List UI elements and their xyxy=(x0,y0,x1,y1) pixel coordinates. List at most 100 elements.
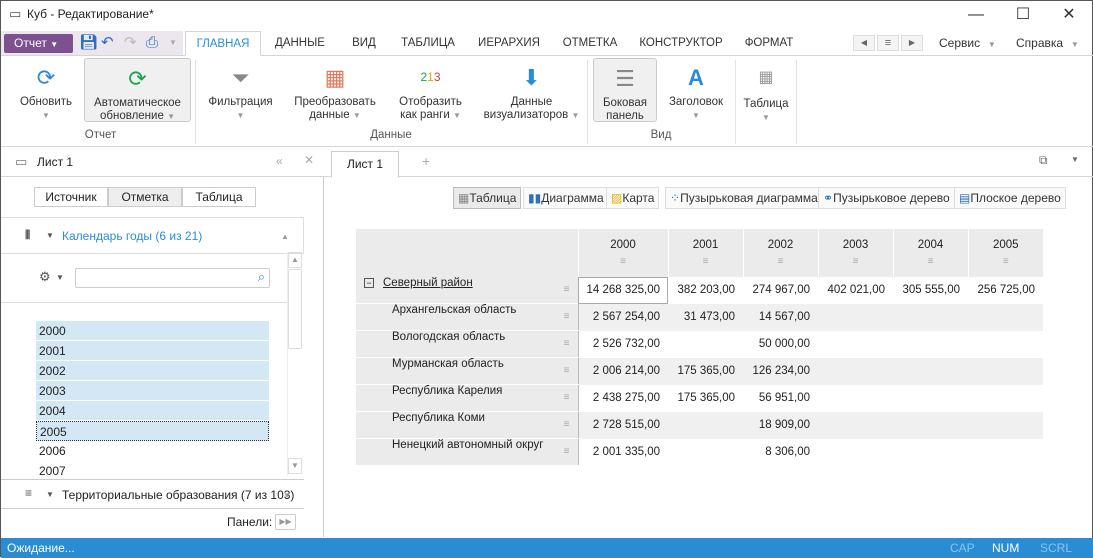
value-cell[interactable]: 2 438 275,00 xyxy=(578,385,668,412)
maximize-button[interactable]: ☐ xyxy=(1003,3,1043,27)
filter-icon[interactable]: ≡ xyxy=(564,439,570,465)
value-cell[interactable] xyxy=(968,303,1044,331)
year-item[interactable]: 2006 xyxy=(36,441,269,461)
value-cell[interactable]: 2 728 515,00 xyxy=(578,411,669,439)
redo-icon[interactable]: ↷ xyxy=(124,34,137,52)
close-panel-icon[interactable]: ✕ xyxy=(304,153,314,167)
minimize-button[interactable]: — xyxy=(956,3,996,27)
side-panel-button[interactable]: ☰ Боковая панель xyxy=(593,58,657,122)
column-header[interactable]: 2001 ≡ xyxy=(667,229,744,277)
value-cell[interactable]: 2 526 732,00 xyxy=(578,331,668,358)
segment-table[interactable]: Таблица xyxy=(182,187,256,207)
value-cell[interactable]: 402 021,00 xyxy=(818,277,893,304)
value-cell[interactable] xyxy=(893,303,969,331)
value-cell[interactable] xyxy=(893,357,969,385)
selection-mode-icon[interactable]: ⚙︎ xyxy=(39,269,51,285)
column-header[interactable]: 2003 ≡ xyxy=(817,229,894,277)
transform-data-button[interactable]: ▦ Преобразовать данные ▼ xyxy=(289,58,381,122)
value-cell[interactable]: 14 268 325,00 xyxy=(578,277,669,304)
value-cell[interactable]: 56 951,00 xyxy=(743,385,818,412)
add-sheet-button[interactable]: + xyxy=(422,153,430,169)
view-table-button[interactable]: ▦Таблица xyxy=(453,187,522,209)
tab-home[interactable]: ГЛАВНАЯ xyxy=(185,31,261,56)
tab-data[interactable]: ДАННЫЕ xyxy=(269,31,331,56)
view-bubble-tree-button[interactable]: ⚭Пузырьковое дерево xyxy=(818,187,955,209)
row-header[interactable]: Мурманская область ≡ xyxy=(356,357,579,385)
undo-icon[interactable]: ↶ xyxy=(101,34,114,52)
tab-hierarchy[interactable]: ИЕРАРХИЯ xyxy=(473,31,545,56)
tabs-prev-button[interactable]: ◀ xyxy=(853,35,875,51)
view-bubble-chart-button[interactable]: ⁘Пузырьковая диаграмма xyxy=(665,187,823,209)
filter-icon[interactable]: ≡ xyxy=(977,257,1036,267)
selection-mode-dropdown-icon[interactable]: ▼ xyxy=(56,273,64,282)
row-label[interactable]: Северный район xyxy=(383,277,473,289)
value-cell[interactable] xyxy=(893,439,968,466)
table-button[interactable]: ▦ Таблица ▼ xyxy=(739,58,793,124)
value-cell[interactable]: 382 203,00 xyxy=(668,277,743,304)
value-cell[interactable] xyxy=(668,439,743,466)
value-cell[interactable]: 175 365,00 xyxy=(668,385,743,412)
view-flat-tree-button[interactable]: ▤Плоское дерево xyxy=(954,187,1066,209)
dropdown-icon[interactable]: ▼ xyxy=(46,231,54,240)
value-cell[interactable]: 18 909,00 xyxy=(743,411,819,439)
value-cell[interactable]: 31 473,00 xyxy=(668,303,744,331)
refresh-button[interactable]: ⟳ Обновить ▼ xyxy=(11,58,81,122)
row-header[interactable]: Ненецкий автономный округ ≡ xyxy=(356,438,579,466)
filter-icon[interactable]: ≡ xyxy=(564,385,570,411)
scroll-down-button[interactable]: ▼ xyxy=(288,458,302,474)
expand-icon[interactable]: ▼ xyxy=(283,491,291,500)
restore-window-icon[interactable]: ⧉ xyxy=(1039,153,1048,168)
value-cell[interactable] xyxy=(968,357,1044,385)
quick-dropdown-icon[interactable]: ▼ xyxy=(169,34,177,52)
search-icon[interactable]: ⌕ xyxy=(258,269,265,285)
column-header[interactable]: 2002 ≡ xyxy=(742,229,819,277)
year-item[interactable]: 2004 xyxy=(36,401,269,421)
value-cell[interactable]: 2 006 214,00 xyxy=(578,357,669,385)
value-cell[interactable] xyxy=(818,331,893,358)
value-cell[interactable] xyxy=(968,439,1043,466)
sheet-menu-icon[interactable]: ▼ xyxy=(1071,155,1079,164)
value-cell[interactable] xyxy=(818,385,893,412)
search-input[interactable]: ⌕ xyxy=(75,268,270,288)
value-cell[interactable] xyxy=(818,303,894,331)
tab-constructor[interactable]: КОНСТРУКТОР xyxy=(637,31,725,56)
auto-refresh-button[interactable]: ⟳ Автоматическое обновление ▼ xyxy=(84,58,191,122)
filter-icon[interactable]: ≡ xyxy=(752,257,810,267)
row-header[interactable]: Вологодская область ≡ xyxy=(356,330,579,358)
print-icon[interactable]: ⎙ xyxy=(146,34,158,52)
row-header[interactable]: Республика Карелия ≡ xyxy=(356,384,579,412)
tabs-menu-button[interactable]: ≡ xyxy=(877,35,899,51)
show-ranks-button[interactable]: 213 Отобразить как ранги ▼ xyxy=(393,58,468,122)
column-header[interactable]: 2004 ≡ xyxy=(892,229,969,277)
segment-selection[interactable]: Отметка xyxy=(108,187,182,207)
value-cell[interactable]: 126 234,00 xyxy=(743,357,819,385)
value-cell[interactable] xyxy=(818,357,894,385)
filter-button[interactable]: ⏷ Фильтрация ▼ xyxy=(203,58,278,122)
dimension-header-territories[interactable]: ≡ ▼ Территориальные образования (7 из 10… xyxy=(1,479,304,509)
filter-icon[interactable]: ≡ xyxy=(587,257,660,267)
close-button[interactable]: ✕ xyxy=(1049,3,1089,27)
year-item[interactable]: 2003 xyxy=(36,381,269,401)
filter-icon[interactable]: ≡ xyxy=(564,412,570,438)
value-cell[interactable] xyxy=(968,411,1044,439)
dropdown-icon[interactable]: ▼ xyxy=(46,490,54,499)
heading-button[interactable]: A Заголовок ▼ xyxy=(663,58,729,122)
value-cell[interactable] xyxy=(893,331,968,358)
value-cell[interactable] xyxy=(968,385,1043,412)
tab-view[interactable]: ВИД xyxy=(341,31,387,56)
value-cell[interactable]: 175 365,00 xyxy=(668,357,744,385)
value-cell[interactable] xyxy=(818,411,894,439)
year-item[interactable]: 2005 xyxy=(36,421,269,441)
visualizer-data-button[interactable]: ⬇ Данные визуализаторов ▼ xyxy=(479,58,584,122)
report-menu-button[interactable]: Отчет ▼ xyxy=(4,34,73,53)
list-scrollbar[interactable]: ▲ ▼ xyxy=(287,252,302,476)
value-cell[interactable]: 2 001 335,00 xyxy=(578,439,668,466)
dimension-header-calendar[interactable]: ⦀ ▼ Календарь годы (6 из 21) ▲ xyxy=(1,217,304,254)
filter-icon[interactable]: ≡ xyxy=(564,304,570,330)
segment-source[interactable]: Источник xyxy=(34,187,108,207)
value-cell[interactable] xyxy=(668,411,744,439)
year-item[interactable]: 2002 xyxy=(36,361,269,381)
value-cell[interactable] xyxy=(893,385,968,412)
column-header[interactable]: 2000 ≡ xyxy=(577,229,669,277)
tabs-next-button[interactable]: ▶ xyxy=(901,35,923,51)
